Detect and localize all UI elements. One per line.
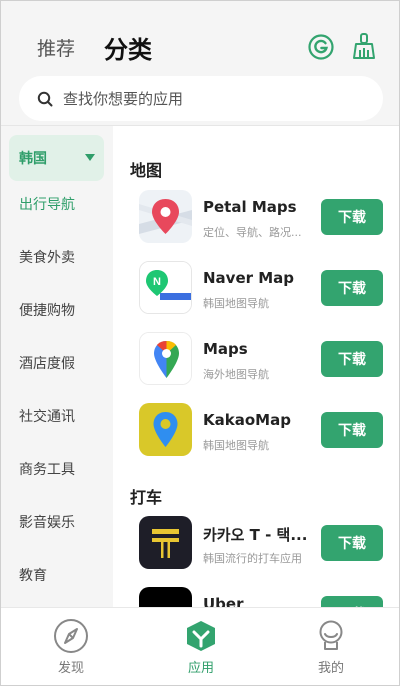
- download-button[interactable]: 下载: [321, 341, 383, 377]
- list-item[interactable]: KakaoMap 韩国地图导航 下载: [113, 403, 399, 463]
- naver-map-icon: N: [139, 261, 192, 314]
- nav-label: 我的: [317, 661, 344, 676]
- list-item[interactable]: 카카오 T - 택... 韩国流行的打车应用 下载: [113, 516, 399, 576]
- sidebar-item-travel-nav[interactable]: 出行导航: [19, 194, 75, 214]
- app-name: Uber: [203, 595, 244, 607]
- sidebar-item-business-tools[interactable]: 商务工具: [19, 459, 75, 479]
- app-description: 定位、导航、路况...: [203, 226, 302, 239]
- sidebar-item-hotel[interactable]: 酒店度假: [19, 353, 75, 373]
- kakao-t-icon: [139, 516, 192, 569]
- search-input[interactable]: 查找你想要的应用: [19, 76, 383, 121]
- section-title-taxi: 打车: [130, 488, 163, 507]
- header: 推荐 分类 查找你想要的应用: [1, 1, 399, 126]
- country-selector[interactable]: 韩国: [9, 135, 104, 181]
- list-item[interactable]: Uber 下载: [113, 587, 399, 607]
- compass-icon: [54, 619, 88, 653]
- app-list: 地图 Petal Maps 定位、导航、路况... 下载 N Naver Map…: [113, 126, 399, 607]
- tab-category[interactable]: 分类: [104, 30, 152, 65]
- download-button[interactable]: 下载: [321, 525, 383, 561]
- profile-icon: [319, 620, 343, 650]
- list-item[interactable]: Maps 海外地图导航 下载: [113, 332, 399, 392]
- dropdown-caret-icon: [85, 154, 95, 161]
- nav-label: 应用: [187, 661, 214, 676]
- tab-recommend[interactable]: 推荐: [37, 34, 75, 61]
- apps-cube-icon: [187, 621, 215, 651]
- app-name: Naver Map: [203, 269, 295, 287]
- kakaomap-icon: [139, 403, 192, 456]
- category-sidebar: 韩国 出行导航 美食外卖 便捷购物 酒店度假 社交通讯 商务工具 影音娱乐 教育: [1, 126, 113, 607]
- download-button[interactable]: 下载: [321, 412, 383, 448]
- list-item[interactable]: Petal Maps 定位、导航、路况... 下载: [113, 190, 399, 250]
- sidebar-item-entertainment[interactable]: 影音娱乐: [19, 512, 75, 532]
- g-coin-icon[interactable]: [308, 34, 334, 60]
- search-icon: [37, 91, 53, 106]
- app-name: 카카오 T - 택...: [203, 526, 308, 544]
- sidebar-item-food-delivery[interactable]: 美食外卖: [19, 247, 75, 267]
- app-name: Petal Maps: [203, 198, 297, 216]
- nav-profile[interactable]: 我的: [281, 608, 381, 685]
- sidebar-item-shopping[interactable]: 便捷购物: [19, 300, 75, 320]
- app-description: 韩国地图导航: [203, 439, 269, 452]
- petal-maps-icon: [139, 190, 192, 243]
- sidebar-item-education[interactable]: 教育: [19, 565, 47, 585]
- app-name: KakaoMap: [203, 411, 291, 429]
- app-description: 韩国地图导航: [203, 297, 269, 310]
- download-button[interactable]: 下载: [321, 596, 383, 607]
- app-description: 韩国流行的打车应用: [203, 552, 302, 565]
- app-description: 海外地图导航: [203, 368, 269, 381]
- nav-label: 发现: [57, 661, 84, 676]
- broom-clean-icon[interactable]: [351, 32, 377, 60]
- nav-apps[interactable]: 应用: [151, 608, 251, 685]
- country-label: 韩国: [19, 151, 47, 167]
- section-title-maps: 地图: [130, 161, 163, 180]
- uber-icon: [139, 587, 192, 607]
- nav-discover[interactable]: 发现: [21, 608, 121, 685]
- google-maps-icon: [139, 332, 192, 385]
- bottom-nav: 发现 应用 我的: [1, 607, 399, 685]
- app-name: Maps: [203, 340, 248, 358]
- list-item[interactable]: N Naver Map 韩国地图导航 下载: [113, 261, 399, 321]
- svg-text:N: N: [153, 276, 161, 288]
- download-button[interactable]: 下载: [321, 199, 383, 235]
- app-frame: 推荐 分类 查找你想要的应用 韩国 出行导航 美食外卖 便捷购物 酒店度假 社交…: [0, 0, 400, 686]
- download-button[interactable]: 下载: [321, 270, 383, 306]
- search-placeholder: 查找你想要的应用: [63, 90, 184, 108]
- sidebar-item-social[interactable]: 社交通讯: [19, 406, 75, 426]
